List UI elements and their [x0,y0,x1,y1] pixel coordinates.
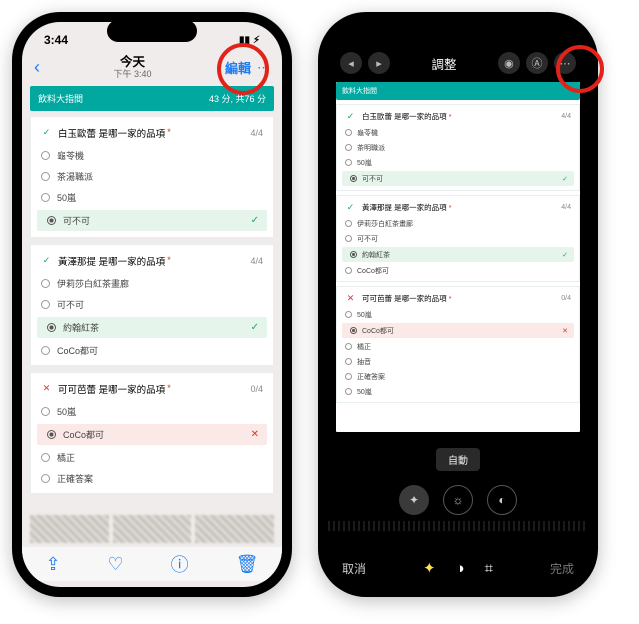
score-badge: 4/4 [250,128,263,138]
adjust-tab-icon[interactable]: ✦ [423,559,436,577]
edit-mode-title: 調整 [431,54,456,73]
redo-button[interactable]: ▸ [368,52,390,74]
done-button[interactable]: 完成 [550,560,574,577]
thumbnail-strip[interactable] [30,515,274,543]
adjust-dials: ✦ ☼ ◐ [328,485,588,515]
score-badge: 0/4 [250,384,263,394]
cancel-button[interactable]: 取消 [342,560,366,577]
favorite-icon[interactable]: ♡ [108,554,124,575]
crop-tab-icon[interactable]: ⌗ [485,560,493,577]
option: 可不可 [31,294,273,315]
nav-header: ‹ 今天 下午 3:40 編輯 ⋯ [22,54,282,86]
value-slider[interactable] [328,521,588,531]
option: 伊莉莎白紅茶畫廊 [31,273,273,294]
question-card: ✓黃澤那提 是哪一家的品項*4/4 伊莉莎白紅茶畫廊 可不可 約翰紅茶✓ CoC… [336,195,580,282]
more-button[interactable]: ⋯ [257,60,270,76]
quiz-title: 飲料大指間 [38,92,83,105]
photo-preview: 飲料大指間 ✓白玉歐蕾 是哪一家的品項*4/4 龜苓機 茶明職派 50嵐 可不可… [336,82,580,432]
auto-label: 自動 [436,448,480,471]
edit-button[interactable]: 編輯 [225,58,251,77]
question-card: ✓白玉歐蕾 是哪一家的品項*4/4 龜苓機 茶明職派 50嵐 可不可✓ [336,104,580,191]
status-clock: 3:44 [44,33,68,47]
wifi-icon: ⚡︎ [253,35,260,46]
option: 龜苓機 [31,145,273,166]
question-card: ✕可可芭蕾 是哪一家的品項*0/4 50嵐 CoCo都可✕ 橘正 抽音 正確答案… [336,286,580,403]
option: 正確答案 [31,468,273,489]
score-badge: 4/4 [250,256,263,266]
signal-icon: ▮▮ [239,35,250,46]
brilliance-dial[interactable]: ◐ [487,485,517,515]
trash-icon[interactable]: 🗑 [236,554,259,575]
share-icon[interactable]: ⇪ [45,554,60,575]
markup-button[interactable]: Ⓐ [526,52,548,74]
cross-icon: ✕ [41,383,52,394]
option: 橘正 [31,447,273,468]
option-selected-wrong: CoCo都可✕ [37,424,267,445]
quiz-header: 飲料大指間 43 分, 共76 分 [30,86,274,111]
bottom-toolbar: ⇪ ♡ ⓘ 🗑 [22,547,282,581]
phone-left: 3:44 ▮▮ ⚡︎ ‹ 今天 下午 3:40 編輯 ⋯ [12,12,292,597]
undo-button[interactable]: ◂ [340,52,362,74]
question-card: ✓黃澤那提 是哪一家的品項* 4/4 伊莉莎白紅茶畫廊 可不可 約翰紅茶✓ Co… [30,244,274,366]
back-button[interactable]: ‹ [34,57,40,78]
phone-right: ◂ ▸ 調整 ◉ Ⓐ ⋯ 飲料大指間 ✓白玉歐蕾 是哪一家的品項*4/4 龜苓機 [318,12,598,597]
quiz-meta: 43 分, 共76 分 [209,92,266,105]
option: 50嵐 [31,187,273,208]
option-selected-correct: 可不可✓ [37,210,267,231]
auto-dial[interactable]: ✦ [399,485,429,515]
option: 茶湯職派 [31,166,273,187]
quiz-header: 飲料大指間 [336,82,580,100]
exposure-dial[interactable]: ☼ [443,485,473,515]
nav-subtitle: 下午 3:40 [113,70,151,80]
live-icon[interactable]: ◉ [498,52,520,74]
edit-bottom-bar: 取消 ✦ ◑ ⌗ 完成 [328,559,588,577]
check-icon: ✓ [41,127,52,138]
dynamic-island [413,20,503,42]
filters-tab-icon[interactable]: ◑ [456,560,465,577]
option: CoCo都可 [31,340,273,361]
option: 50嵐 [31,401,273,422]
question-card: ✓白玉歐蕾 是哪一家的品項* 4/4 龜苓機 茶湯職派 50嵐 可不可✓ [30,117,274,238]
option-selected-correct: 約翰紅茶✓ [37,317,267,338]
nav-title: 今天 [113,56,151,70]
more-button[interactable]: ⋯ [554,52,576,74]
info-icon[interactable]: ⓘ [171,551,189,577]
question-card: ✕可可芭蕾 是哪一家的品項* 0/4 50嵐 CoCo都可✕ 橘正 正確答案 [30,372,274,494]
dynamic-island [107,20,197,42]
check-icon: ✓ [41,255,52,266]
